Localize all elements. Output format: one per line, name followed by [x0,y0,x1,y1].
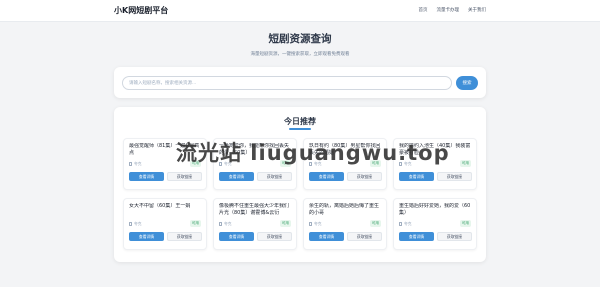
view-details-button[interactable]: 查看详情 [399,232,434,241]
nav-item-home[interactable]: 首页 [419,7,428,13]
file-icon [219,222,222,226]
source-label: 夸克 [224,161,232,166]
brand-logo-text[interactable]: 小K网短剧平台 [114,5,168,16]
drama-card-source: 夸克 [219,221,232,227]
recommend-grid: 最强觉醒师（81集）一遍&最高点 夸克 可用 查看详情 获取链接 一世宠爱你，我… [123,138,477,258]
file-icon [129,162,132,166]
source-label: 夸克 [314,221,322,226]
drama-card: 女大不中留（60集）王一娟 夸克 可用 查看详情 获取链接 [123,198,207,250]
file-icon [129,222,132,226]
drama-card-source: 夸克 [309,221,322,227]
page-title: 短剧资源查询 [268,33,332,45]
get-link-button[interactable]: 获取链接 [167,172,202,181]
drama-card: 最强觉醒师（81集）一遍&最高点 夸克 可用 查看详情 获取链接 [123,138,207,190]
status-badge: 可用 [189,160,201,167]
source-label: 夸克 [314,161,322,166]
recommend-title: 今日推荐 [284,117,316,126]
status-badge: 可用 [459,220,471,227]
drama-card-source: 夸克 [399,221,412,227]
drama-card-source: 夸克 [399,161,412,167]
view-details-button[interactable]: 查看详情 [129,172,164,181]
source-label: 夸克 [404,161,412,166]
status-badge: 可用 [369,220,381,227]
get-link-button[interactable]: 获取链接 [257,172,292,181]
drama-card-source: 夸克 [219,161,232,167]
get-link-button[interactable]: 获取链接 [347,232,382,241]
drama-card: 我的婚约入池生（40集）我装富豪被打脸 夸克 可用 查看详情 获取链接 [393,138,477,190]
main-nav: 首页 流量卡办理 关于我们 [419,7,487,13]
file-icon [309,162,312,166]
get-link-button[interactable]: 获取链接 [257,232,292,241]
recommend-panel: 今日推荐 最强觉醒师（81集）一遍&最高点 夸克 可用 查看详情 获取链接 一世… [114,107,486,262]
drama-card-title[interactable]: 余生的轨，离婚后她后悔了重生的小哥 [309,203,383,217]
get-link-button[interactable]: 获取链接 [347,172,382,181]
view-details-button[interactable]: 查看详情 [219,232,254,241]
view-details-button[interactable]: 查看详情 [309,232,344,241]
file-icon [309,222,312,226]
drama-card-title[interactable]: 女大不中留（60集）王一娟 [129,203,203,210]
file-icon [219,162,222,166]
page-subtitle: 海量短剧资源，一键搜索获取，立即观看免费观看 [250,52,350,57]
source-label: 夸克 [134,221,142,226]
status-badge: 可用 [279,220,291,227]
drama-card-source: 夸克 [309,161,322,167]
source-label: 夸克 [134,161,142,166]
file-icon [399,222,402,226]
drama-card-source: 夸克 [129,221,142,227]
status-badge: 可用 [279,160,291,167]
get-link-button[interactable]: 获取链接 [437,232,472,241]
source-label: 夸克 [224,221,232,226]
view-details-button[interactable]: 查看详情 [219,172,254,181]
get-link-button[interactable]: 获取链接 [437,172,472,181]
top-navbar: 小K网短剧平台 首页 流量卡办理 关于我们 [0,0,600,22]
drama-card-title[interactable]: 玖日有约（80集）男星帮你找回丢失的婚姻 [309,143,383,157]
status-badge: 可用 [369,160,381,167]
drama-card-title[interactable]: 重生婚后好好爱她，我的爱（60集） [399,203,473,217]
nav-item-sim-card[interactable]: 流量卡办理 [437,7,460,13]
drama-card: 玖日有约（80集）男星帮你找回丢失的婚姻 夸克 可用 查看详情 获取链接 [303,138,387,190]
get-link-button[interactable]: 获取链接 [167,232,202,241]
view-details-button[interactable]: 查看详情 [129,232,164,241]
status-badge: 可用 [459,160,471,167]
drama-card: 像极腾不住重生最强大少年我们片光（80集）谢霍博&云衍 夸克 可用 查看详情 获… [213,198,297,250]
search-button[interactable]: 搜索 [456,76,478,90]
search-input[interactable] [122,76,452,90]
nav-item-about[interactable]: 关于我们 [468,7,486,13]
view-details-button[interactable]: 查看详情 [309,172,344,181]
drama-card: 一世宠爱你，我能帮你找回丢失的爱（60集） 夸克 可用 查看详情 获取链接 [213,138,297,190]
search-panel: 搜索 [114,67,486,98]
title-underline [289,128,311,130]
drama-card-title[interactable]: 一世宠爱你，我能帮你找回丢失的爱（60集） [219,143,293,157]
drama-card-title[interactable]: 我的婚约入池生（40集）我装富豪被打脸 [399,143,473,157]
status-badge: 可用 [189,220,201,227]
drama-card: 重生婚后好好爱她，我的爱（60集） 夸克 可用 查看详情 获取链接 [393,198,477,250]
drama-card-title[interactable]: 像极腾不住重生最强大少年我们片光（80集）谢霍博&云衍 [219,203,293,217]
source-label: 夸克 [404,221,412,226]
file-icon [399,162,402,166]
view-details-button[interactable]: 查看详情 [399,172,434,181]
drama-card: 余生的轨，离婚后她后悔了重生的小哥 夸克 可用 查看详情 获取链接 [303,198,387,250]
drama-card-title[interactable]: 最强觉醒师（81集）一遍&最高点 [129,143,203,157]
drama-card-source: 夸克 [129,161,142,167]
